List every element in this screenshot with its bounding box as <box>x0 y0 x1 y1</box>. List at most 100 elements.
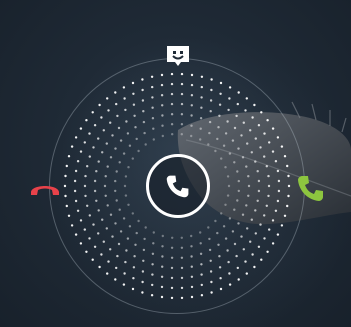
ring-dot <box>220 157 223 160</box>
ring-dot <box>111 134 114 137</box>
ring-dot <box>247 175 250 178</box>
ring-dot <box>180 296 184 300</box>
ring-dot <box>144 143 147 146</box>
ring-dot <box>151 96 154 99</box>
ring-dot <box>67 155 71 158</box>
ring-dot <box>190 255 193 258</box>
ring-dot <box>235 254 238 258</box>
ring-dot <box>151 106 154 109</box>
ring-dot <box>286 204 289 208</box>
ring-dot <box>95 170 98 173</box>
answer-call-target[interactable] <box>294 172 328 204</box>
ring-dot <box>256 170 259 173</box>
ring-dot <box>226 175 230 178</box>
ring-dot <box>199 252 203 255</box>
ring-dot <box>190 124 193 127</box>
ring-dot <box>85 250 88 253</box>
ring-dot <box>224 203 227 206</box>
ring-dot <box>207 226 210 229</box>
ring-dot <box>160 73 164 77</box>
ring-dot <box>152 138 155 141</box>
ring-dot <box>107 260 110 263</box>
ring-dot <box>170 92 174 96</box>
ring-dot <box>84 174 87 178</box>
ring-dot <box>235 114 238 118</box>
ring-dot <box>251 116 254 119</box>
ring-dot <box>245 97 248 100</box>
ring-dot <box>247 184 251 188</box>
ring-dot <box>199 138 202 141</box>
ring-dot <box>114 278 117 281</box>
ring-dot <box>170 256 174 259</box>
ring-dot <box>93 179 97 183</box>
decline-call-target[interactable] <box>28 176 62 200</box>
ring-dot <box>246 227 249 230</box>
ring-dot <box>93 124 97 127</box>
ring-dot <box>98 103 101 107</box>
ring-dot <box>277 179 281 183</box>
ring-dot <box>131 157 134 160</box>
ring-dot <box>268 141 271 144</box>
ring-dot <box>210 291 213 294</box>
incoming-call-screen <box>0 0 351 327</box>
ring-dot <box>263 155 266 158</box>
ring-dot <box>190 234 193 238</box>
ring-dot <box>105 142 109 145</box>
ring-dot <box>266 250 269 253</box>
ring-dot <box>228 217 232 220</box>
ring-dot <box>280 145 284 148</box>
ring-dot <box>141 280 144 284</box>
ring-dot <box>226 249 229 252</box>
ring-dot <box>115 102 118 106</box>
ring-dot <box>210 78 213 81</box>
ring-dot <box>170 296 174 300</box>
ring-dot <box>115 170 118 173</box>
message-target[interactable] <box>164 44 192 70</box>
ring-dot <box>92 223 95 226</box>
ring-dot <box>287 194 290 198</box>
ring-dot <box>171 133 174 136</box>
ring-dot <box>142 248 146 252</box>
ring-dot <box>251 253 254 256</box>
ring-dot <box>132 277 135 280</box>
ring-dot <box>237 278 240 281</box>
ring-dot <box>160 275 164 278</box>
ring-dot <box>180 82 184 86</box>
ring-dot <box>91 111 94 114</box>
ring-dot <box>117 242 121 246</box>
ring-dot <box>123 97 126 100</box>
hang-up-icon <box>31 186 59 195</box>
ring-dot <box>70 145 74 148</box>
ring-dot <box>63 184 67 188</box>
ring-dot <box>233 161 236 164</box>
ring-dot <box>180 286 184 290</box>
phone-icon <box>166 175 189 198</box>
ring-dot <box>105 227 109 230</box>
ring-dot <box>286 164 289 168</box>
ring-dot <box>180 133 183 136</box>
ring-dot <box>103 184 107 188</box>
ring-dot <box>200 85 203 89</box>
ring-dot <box>170 286 174 290</box>
smiley-message-icon <box>167 46 189 66</box>
ring-dot <box>244 260 247 263</box>
ring-dot <box>134 243 137 246</box>
ring-dot <box>257 124 261 127</box>
ring-dot <box>124 108 127 112</box>
ring-dot <box>74 169 78 173</box>
ring-dot <box>170 266 174 270</box>
ring-dot <box>133 114 136 118</box>
ring-dot <box>170 102 174 106</box>
ring-dot <box>180 236 183 239</box>
ring-dot <box>250 151 253 154</box>
ring-dot <box>233 126 237 130</box>
call-handle-button[interactable] <box>146 154 210 218</box>
ring-dot <box>254 160 257 163</box>
ring-dot <box>97 232 100 235</box>
ring-dot <box>123 272 126 275</box>
ring-dot <box>287 184 291 188</box>
ring-dot <box>220 212 223 215</box>
ring-dot <box>141 270 145 273</box>
ring-dot <box>228 152 232 155</box>
ring-dot <box>240 134 243 137</box>
